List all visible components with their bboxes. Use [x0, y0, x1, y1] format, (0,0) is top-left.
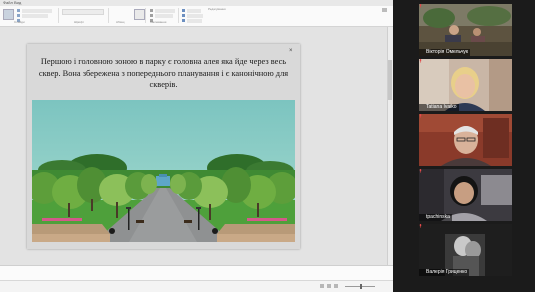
normal-view-icon[interactable] [320, 284, 324, 288]
select-icon[interactable] [182, 19, 185, 22]
layout-button[interactable] [22, 9, 52, 13]
participant-name: Валерія Гриценко [419, 269, 470, 276]
ribbon-separator [108, 8, 109, 23]
park-rendering [32, 100, 295, 242]
presentation-slide[interactable]: × Першою і головною зоною в парку є голо… [27, 44, 300, 249]
participant-video [419, 114, 512, 166]
shape-outline-button[interactable] [155, 14, 173, 18]
group-drawing-label: Малювання [150, 20, 167, 24]
participant-tile[interactable]: Вікторія Омельчук [419, 4, 512, 56]
participant-name: Tatiana Ivaiko [419, 104, 459, 111]
mic-muted-icon [419, 224, 422, 228]
group-slides-label: Слайди [14, 20, 25, 24]
slide-body-text: Першою і головною зоною в парку є головн… [38, 57, 289, 89]
park-alley-image [32, 100, 295, 242]
fill-icon[interactable] [150, 9, 153, 12]
shape-fill-button[interactable] [155, 9, 175, 13]
ribbon-separator [58, 8, 59, 23]
scrollbar-thumb[interactable] [388, 60, 392, 100]
mic-muted-icon [419, 59, 422, 63]
ribbon-separator [145, 8, 146, 23]
replace-button[interactable] [187, 14, 203, 18]
group-font-label: Шрифт [74, 20, 84, 24]
participant-tile[interactable] [419, 114, 512, 166]
participant-tile[interactable]: Tatiana Ivaiko [419, 59, 512, 111]
replace-icon[interactable] [182, 14, 185, 17]
find-icon[interactable] [182, 9, 185, 12]
participant-tile-active-speaker[interactable]: Валерія Гриценко [419, 224, 512, 276]
shapes-icon[interactable] [134, 9, 145, 20]
reading-view-icon[interactable] [334, 284, 338, 288]
reset-icon[interactable] [17, 14, 20, 17]
find-button[interactable] [187, 9, 201, 13]
collapse-ribbon-icon[interactable] [382, 8, 387, 12]
new-slide-icon[interactable] [3, 9, 14, 20]
close-icon[interactable]: × [289, 48, 293, 54]
ribbon-separator [178, 8, 179, 23]
sorter-view-icon[interactable] [327, 284, 331, 288]
group-edit-label: Редагування [208, 7, 226, 11]
mic-muted-icon [419, 4, 422, 8]
mic-muted-icon [419, 114, 422, 118]
layout-icon[interactable] [17, 9, 20, 12]
zoom-slider-thumb[interactable] [360, 284, 362, 289]
speaker-notes-pane[interactable] [0, 265, 393, 281]
participant-tile[interactable]: tpachinska [419, 169, 512, 221]
ribbon-toolbar: Слайди Шрифт Абзац Малювання Редагування [0, 6, 393, 27]
select-button[interactable] [187, 19, 202, 23]
shared-screen: Файл Вид Слайди Шрифт Абзац Малювання Ре [0, 0, 393, 292]
mic-muted-icon [419, 169, 422, 173]
participant-name: Вікторія Омельчук [419, 49, 471, 56]
font-style-buttons[interactable] [62, 15, 102, 19]
status-bar [0, 280, 393, 292]
group-paragraph-label: Абзац [116, 20, 125, 24]
reset-button[interactable] [22, 14, 48, 18]
outline-icon[interactable] [150, 14, 153, 17]
participant-name: tpachinska [419, 214, 452, 221]
